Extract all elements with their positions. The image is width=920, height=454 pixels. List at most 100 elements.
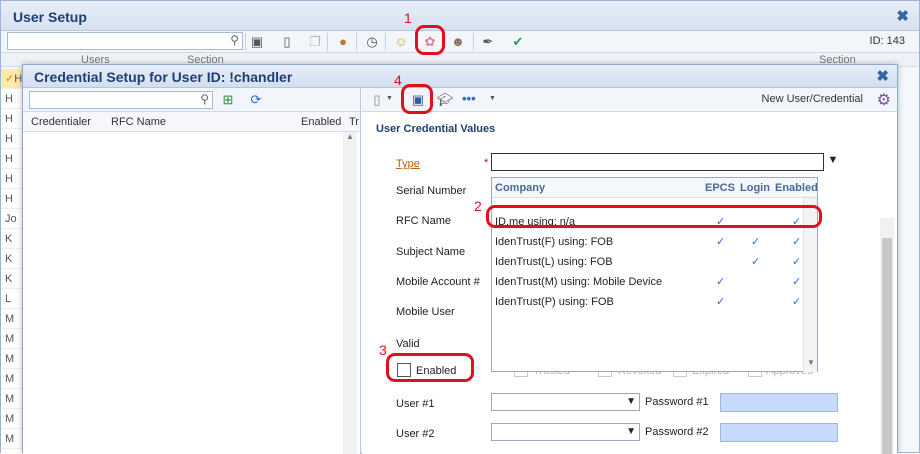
scrollbar-thumb[interactable] [882,238,892,454]
password-1-label: Password #1 [645,396,709,408]
trusted-column-header[interactable]: Tr [349,116,359,128]
credential-values-scrollbar[interactable] [880,218,894,454]
more-options-icon[interactable]: ••• [462,91,476,106]
annotation-number-3: 3 [379,342,387,358]
chevron-down-icon[interactable]: ▼ [626,426,636,437]
type-label[interactable]: Type [396,158,420,170]
user-icon[interactable]: ● [334,33,352,51]
user-search-input[interactable]: ⚲ [7,32,243,50]
chevron-down-icon[interactable]: ▼ [386,95,393,102]
credential-search-input[interactable]: ⚲ [29,91,213,109]
credential-list-header: Credentialer RFC Name Enabled Tr [23,112,360,132]
login-check-icon: ✓ [751,236,761,248]
new-document-icon[interactable]: ▯ [278,33,296,51]
enabled-column-header[interactable]: Enabled [301,116,341,128]
type-option-row[interactable]: IdenTrust(P) using: FOB ✓ ✓ [492,292,817,312]
new-document-icon[interactable]: ▯ [368,91,386,109]
new-user-credential-link[interactable]: New User/Credential [762,93,863,105]
company-cell: IdenTrust(M) using: Mobile Device [495,276,663,288]
user-credential-values-heading: User Credential Values [376,123,496,135]
password-2-label: Password #2 [645,426,709,438]
credential-values-panel: ▯ ▼ ▣ 🎓︎ ••• ▼ New User/Credential ⚙ Use… [362,88,897,454]
user-1-label: User #1 [396,398,435,410]
user-setup-titlebar: User Setup ✖ [1,1,919,31]
user-badge-icon[interactable]: ☺ [392,33,410,51]
toolbar-separator [327,33,328,51]
close-icon[interactable]: ✖ [896,7,909,25]
search-icon[interactable]: ⚲ [200,92,209,106]
chevron-down-icon[interactable]: ▼ [626,396,636,407]
annotation-highlight-3 [386,353,474,382]
epcs-column-header: EPCS [705,182,735,194]
annotation-number-2: 2 [474,198,482,214]
approve-check-icon[interactable]: ✔ [509,33,527,51]
credential-list-scrollbar[interactable]: ▲ [343,132,357,454]
user-setup-toolbar: ⚲ ▣ ▯ ❐ ● ◷ ☺ ✿ ☻ ✒ ✔ [1,31,919,53]
serial-number-label: Serial Number [396,185,467,197]
password-1-input[interactable] [720,393,838,412]
user-1-select[interactable]: ▼ [491,393,640,411]
user-2-select[interactable]: ▼ [491,423,640,441]
type-option-row[interactable]: IdenTrust(M) using: Mobile Device ✓ ✓ [492,272,817,292]
scroll-up-icon[interactable]: ▲ [346,132,354,141]
epcs-check-icon: ✓ [716,276,726,288]
search-icon[interactable]: ⚲ [230,33,239,47]
valid-label: Valid [396,338,420,350]
signature-icon[interactable]: ✒ [479,33,497,51]
type-combobox-input[interactable] [491,153,824,171]
enabled-check-icon: ✓ [792,236,802,248]
toolbar-separator [385,33,386,51]
refresh-icon[interactable]: ⟳ [247,91,265,109]
export-excel-icon[interactable]: ⊞ [219,91,237,109]
rfc-name-column-header[interactable]: RFC Name [111,116,166,128]
mobile-user-label: Mobile User [396,306,455,318]
epcs-check-icon: ✓ [716,296,726,308]
login-check-icon: ✓ [751,256,761,268]
close-icon[interactable]: ✖ [876,67,889,85]
password-2-input[interactable] [720,423,838,442]
gear-icon[interactable]: ⚙ [877,90,891,110]
enabled-check-icon: ✓ [792,256,802,268]
copy-icon[interactable]: ❐ [306,33,324,51]
scroll-down-icon[interactable]: ▼ [807,358,815,367]
clock-icon[interactable]: ◷ [363,33,381,51]
subject-name-label: Subject Name [396,246,466,258]
toolbar-separator [473,33,474,51]
user-key-icon[interactable]: ☻ [449,33,467,51]
company-cell: IdenTrust(F) using: FOB [495,236,614,248]
credential-setup-titlebar: Credential Setup for User ID: !chandler … [23,65,897,88]
annotation-highlight-2 [486,205,822,228]
type-dropdown-chevron-icon[interactable]: ▼ [825,154,841,172]
credential-list-panel: ⚲ ⊞ ⟳ Credentialer RFC Name Enabled Tr ▲ [23,88,361,454]
type-dropdown-header: Company EPCS Login Enabled [492,178,818,198]
user-2-label: User #2 [396,428,435,440]
record-id: ID: 143 [869,35,905,47]
company-column-header: Company [495,182,546,194]
company-cell: IdenTrust(L) using: FOB [495,256,613,268]
save-icon[interactable]: ▣ [248,33,266,51]
credentialer-column-header[interactable]: Credentialer [31,116,91,128]
annotation-highlight-1 [415,25,445,55]
rfc-name-label: RFC Name [396,215,452,227]
credential-setup-dialog: Credential Setup for User ID: !chandler … [22,64,898,454]
enabled-check-icon: ✓ [792,276,802,288]
enabled-column-header: Enabled [775,182,818,194]
graduation-cap-icon[interactable]: 🎓︎ [436,91,454,109]
chevron-down-icon[interactable]: ▼ [489,95,496,102]
mobile-account-label: Mobile Account # [396,276,480,288]
login-column-header: Login [740,182,770,194]
required-marker: * [484,157,489,169]
credential-setup-title: Credential Setup for User ID: !chandler [34,69,293,85]
enabled-check-icon: ✓ [792,296,802,308]
credential-list-toolbar: ⚲ ⊞ ⟳ [23,88,360,112]
toolbar-separator [245,33,246,51]
annotation-highlight-4 [401,84,433,114]
annotation-number-4: 4 [394,72,402,88]
type-option-row[interactable]: IdenTrust(L) using: FOB ✓ ✓ [492,252,817,272]
type-option-row[interactable]: IdenTrust(F) using: FOB ✓ ✓ ✓ [492,232,817,252]
annotation-number-1: 1 [404,10,412,26]
company-cell: IdenTrust(P) using: FOB [495,296,614,308]
user-setup-title: User Setup [13,9,87,25]
toolbar-separator [356,33,357,51]
epcs-check-icon: ✓ [716,236,726,248]
